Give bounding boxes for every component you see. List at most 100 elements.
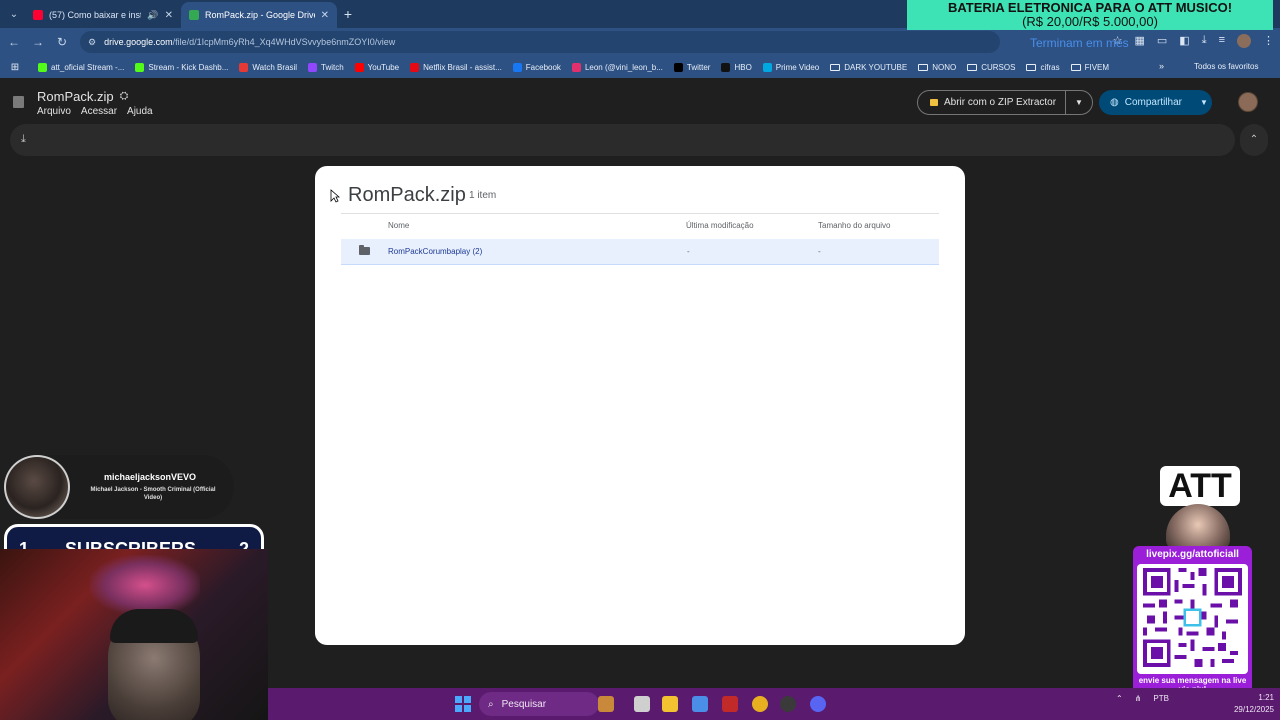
store-icon[interactable] bbox=[692, 696, 708, 712]
obs-icon[interactable] bbox=[780, 696, 796, 712]
column-name[interactable]: Nome bbox=[388, 221, 409, 230]
bookmark-item[interactable]: Twitter bbox=[673, 62, 711, 72]
language-indicator[interactable]: PTB bbox=[1153, 694, 1169, 703]
bookmark-item[interactable]: Prime Video bbox=[762, 62, 819, 72]
bookmark-folder[interactable]: NONO bbox=[918, 63, 956, 72]
menu-arquivo[interactable]: Arquivo bbox=[37, 106, 71, 117]
tab-search-button[interactable]: ⌄ bbox=[3, 3, 25, 25]
download-icon[interactable]: ⤓ bbox=[21, 133, 26, 146]
network-icon[interactable]: ⋔ bbox=[1135, 694, 1142, 703]
bookmark-item[interactable]: HBO bbox=[721, 62, 752, 72]
open-with-button[interactable]: Abrir com o ZIP Extractor ▼ bbox=[917, 90, 1093, 115]
file-name: RomPack.zip bbox=[37, 89, 114, 104]
tray-chevron-icon[interactable]: ⌃ bbox=[1116, 694, 1123, 703]
bookmark-favicon-icon bbox=[571, 62, 581, 72]
bookmark-label: att_oficial Stream -... bbox=[51, 62, 125, 72]
menu-acessar[interactable]: Acessar bbox=[81, 106, 117, 117]
tab-title: RomPack.zip - Google Drive bbox=[205, 10, 315, 20]
mouse-cursor-icon bbox=[330, 189, 340, 203]
bookmark-item[interactable]: Watch Brasil bbox=[239, 62, 297, 72]
header-divider bbox=[341, 213, 939, 214]
all-bookmarks-button[interactable]: Todos os favoritos bbox=[1190, 62, 1258, 71]
tab-title: (57) Como baixar e instalar bbox=[49, 10, 142, 20]
media-control-icon[interactable]: ≡ bbox=[1219, 34, 1225, 48]
bookmark-item[interactable]: Stream - Kick Dashb... bbox=[135, 62, 229, 72]
share-dropdown-icon[interactable]: ▼ bbox=[1200, 98, 1208, 107]
bookmark-item[interactable]: Leon (@vini_leon_b... bbox=[571, 62, 663, 72]
bookmark-item[interactable]: YouTube bbox=[354, 62, 399, 72]
bookmark-folder-label: FIVEM bbox=[1084, 62, 1110, 72]
drive-header: RomPack.zip ⛭ Arquivo Acessar Ajuda Abri… bbox=[0, 78, 1280, 126]
item-count: 1 item bbox=[469, 190, 497, 201]
bookmark-folder[interactable]: FIVEM bbox=[1070, 62, 1110, 72]
back-icon[interactable]: ← bbox=[2, 35, 26, 49]
download-icon[interactable]: ⤓ bbox=[1202, 34, 1207, 48]
speaker-icon[interactable]: 🔊 bbox=[147, 10, 158, 21]
file-explorer-icon[interactable] bbox=[662, 696, 678, 712]
zip-viewer-panel: RomPack.zip 1 item Nome Última modificaç… bbox=[315, 166, 965, 645]
row-modified: - bbox=[687, 247, 690, 256]
bookmark-item[interactable]: Facebook bbox=[512, 62, 561, 72]
taskbar-widget-icon[interactable] bbox=[598, 696, 614, 712]
pix-qr-card: livepix.gg/attoficiall envie sua mensage… bbox=[1133, 546, 1252, 702]
windows-start-icon[interactable] bbox=[455, 696, 471, 712]
bookmark-folder[interactable]: cifras bbox=[1026, 62, 1060, 72]
bookmark-favicon-icon bbox=[673, 62, 683, 72]
bookmark-label: Twitter bbox=[686, 62, 711, 72]
bookmark-item[interactable]: att_oficial Stream -... bbox=[38, 62, 125, 72]
site-info-icon[interactable]: ⚙ bbox=[88, 37, 96, 48]
bookmark-favicon-icon bbox=[721, 62, 731, 72]
collapse-header-button[interactable]: ⌃ bbox=[1240, 124, 1268, 156]
open-with-main[interactable]: Abrir com o ZIP Extractor bbox=[918, 97, 1065, 108]
address-bar[interactable]: ⚙ drive.google.com /file/d/1IcpMm6yRh4_X… bbox=[80, 31, 1000, 53]
folder-icon bbox=[830, 63, 841, 71]
webcam-cap bbox=[110, 609, 198, 643]
bookmark-item[interactable]: Twitch bbox=[308, 62, 344, 72]
tab-google-drive[interactable]: RomPack.zip - Google Drive ✕ bbox=[181, 2, 337, 28]
open-with-dropdown-icon[interactable]: ▼ bbox=[1066, 98, 1092, 107]
close-tab-icon[interactable]: ✕ bbox=[321, 10, 329, 21]
drive-favicon-icon bbox=[189, 10, 199, 20]
row-name[interactable]: RomPackCorumbaplay (2) bbox=[388, 247, 482, 256]
tab-search-icon[interactable]: ▭ bbox=[1157, 34, 1167, 48]
reload-icon[interactable]: ↻ bbox=[50, 35, 74, 49]
new-tab-button[interactable]: + bbox=[337, 6, 359, 22]
column-modified[interactable]: Última modificação bbox=[686, 221, 754, 230]
taskbar-search[interactable]: ⌕ Pesquisar bbox=[479, 692, 599, 716]
tab-youtube[interactable]: (57) Como baixar e instalar 🔊 ✕ bbox=[25, 2, 181, 28]
donation-goal-banner: BATERIA ELETRONICA PARA O ATT MUSICO! (R… bbox=[907, 0, 1273, 30]
bookmark-label: Stream - Kick Dashb... bbox=[148, 62, 229, 72]
taskbar-clock[interactable]: 1:21 29/12/2025 bbox=[1196, 692, 1274, 716]
bookmark-folder[interactable]: CURSOS bbox=[967, 63, 1015, 72]
bookmark-favicon-icon bbox=[239, 62, 249, 72]
clock-date: 29/12/2025 bbox=[1233, 705, 1274, 714]
zip-file-icon bbox=[13, 96, 24, 108]
menu-ajuda[interactable]: Ajuda bbox=[127, 106, 153, 117]
bookmark-favicon-icon bbox=[512, 62, 522, 72]
profile-avatar[interactable] bbox=[1237, 34, 1251, 48]
task-view-icon[interactable] bbox=[634, 696, 650, 712]
browser-menu-icon[interactable]: ⋮ bbox=[1263, 34, 1274, 48]
chrome-icon[interactable] bbox=[752, 696, 768, 712]
bookmark-folder[interactable]: DARK YOUTUBE bbox=[830, 63, 907, 72]
share-button[interactable]: ◍ Compartilhar ▼ bbox=[1099, 90, 1212, 115]
user-avatar[interactable] bbox=[1238, 92, 1258, 112]
puzzle-extensions-icon[interactable]: ◧ bbox=[1179, 34, 1189, 48]
qr-url: livepix.gg/attoficiall bbox=[1146, 549, 1239, 560]
discord-icon[interactable] bbox=[810, 696, 826, 712]
file-title: RomPack.zip ⛭ bbox=[37, 89, 128, 104]
extension-icon[interactable]: ▦ bbox=[1134, 34, 1144, 48]
bookmark-item[interactable]: Netflix Brasil - assist... bbox=[410, 62, 502, 72]
now-playing-card: michaeljacksonVEVO Michael Jackson - Smo… bbox=[4, 455, 234, 519]
close-tab-icon[interactable]: ✕ bbox=[165, 10, 173, 21]
column-size[interactable]: Tamanho do arquivo bbox=[818, 221, 891, 230]
app-icon[interactable] bbox=[722, 696, 738, 712]
qr-box bbox=[1137, 564, 1248, 674]
bookmark-folder-label: cifras bbox=[1040, 62, 1060, 72]
bookmark-label: Leon (@vini_leon_b... bbox=[584, 62, 663, 72]
forward-icon[interactable]: → bbox=[26, 35, 50, 49]
apps-grid-icon[interactable]: ⊞ bbox=[6, 62, 24, 73]
zip-extractor-icon bbox=[930, 99, 938, 106]
bookmarks-more-button[interactable]: » bbox=[1159, 61, 1164, 71]
table-row[interactable]: RomPackCorumbaplay (2) - - bbox=[341, 239, 939, 265]
